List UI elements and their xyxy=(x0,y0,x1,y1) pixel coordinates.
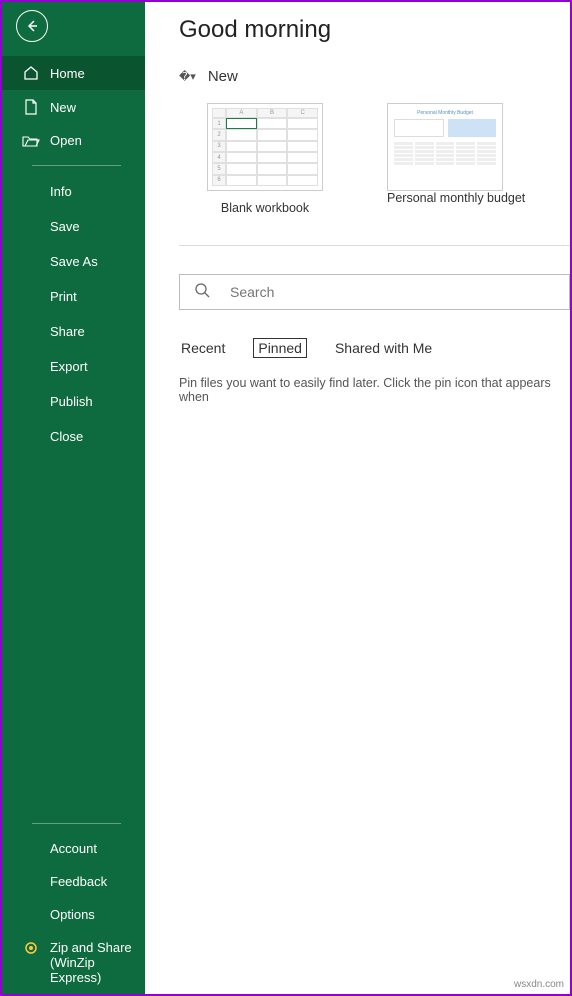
watermark: wsxdn.com xyxy=(514,979,564,990)
document-icon xyxy=(22,99,40,115)
arrow-left-icon xyxy=(24,18,40,34)
template-label: Personal monthly budget xyxy=(387,191,525,205)
template-thumbnail: ABC 1 2 3 4 5 6 xyxy=(207,103,323,191)
sidebar-label: New xyxy=(50,100,76,115)
sidebar-item-print[interactable]: Print xyxy=(2,279,145,314)
empty-state-hint: Pin files you want to easily find later.… xyxy=(179,376,570,404)
page-title: Good morning xyxy=(179,16,570,44)
tab-shared[interactable]: Shared with Me xyxy=(335,338,432,358)
template-blank-workbook[interactable]: ABC 1 2 3 4 5 6 Blank workbook xyxy=(207,103,323,215)
sidebar-item-share[interactable]: Share xyxy=(2,314,145,349)
sidebar-label: Open xyxy=(50,133,82,148)
divider xyxy=(179,245,570,246)
main-content: Good morning �▾ New ABC 1 2 3 4 5 6 Blan… xyxy=(145,2,570,994)
sidebar-item-account[interactable]: Account xyxy=(2,832,145,865)
sidebar-item-export[interactable]: Export xyxy=(2,349,145,384)
search-box[interactable] xyxy=(179,274,570,310)
template-personal-budget[interactable]: Personal Monthly Budget Personal monthly… xyxy=(387,103,525,215)
chevron-down-icon: �▾ xyxy=(179,70,196,83)
sidebar-label: Home xyxy=(50,66,85,81)
sidebar-item-options[interactable]: Options xyxy=(2,898,145,931)
file-tabs: Recent Pinned Shared with Me xyxy=(181,338,570,358)
sidebar-label: Zip and Share (WinZip Express) xyxy=(50,940,132,985)
divider xyxy=(32,165,121,166)
sidebar-item-home[interactable]: Home xyxy=(2,56,145,90)
sidebar-item-publish[interactable]: Publish xyxy=(2,384,145,419)
sidebar-item-new[interactable]: New xyxy=(2,90,145,124)
home-icon xyxy=(22,65,40,81)
sidebar-item-zip-share[interactable]: Zip and Share (WinZip Express) xyxy=(2,931,145,994)
search-input[interactable] xyxy=(230,284,555,300)
backstage-sidebar: Home New Open Info Save Save As Print Sh… xyxy=(2,2,145,994)
sidebar-item-info[interactable]: Info xyxy=(2,174,145,209)
folder-open-icon xyxy=(22,134,40,148)
sidebar-item-save-as[interactable]: Save As xyxy=(2,244,145,279)
sidebar-item-open[interactable]: Open xyxy=(2,124,145,157)
search-icon xyxy=(194,282,210,303)
template-gallery: ABC 1 2 3 4 5 6 Blank workbook Personal … xyxy=(207,103,570,215)
template-thumbnail: Personal Monthly Budget xyxy=(387,103,503,191)
section-label: New xyxy=(208,68,238,85)
new-section-header[interactable]: �▾ New xyxy=(179,68,570,85)
divider xyxy=(32,823,121,824)
back-button[interactable] xyxy=(16,10,48,42)
template-label: Blank workbook xyxy=(207,201,323,215)
zip-icon xyxy=(22,940,40,956)
sidebar-item-close[interactable]: Close xyxy=(2,419,145,454)
tab-recent[interactable]: Recent xyxy=(181,338,225,358)
sidebar-item-feedback[interactable]: Feedback xyxy=(2,865,145,898)
sidebar-item-save[interactable]: Save xyxy=(2,209,145,244)
tab-pinned[interactable]: Pinned xyxy=(253,338,307,358)
